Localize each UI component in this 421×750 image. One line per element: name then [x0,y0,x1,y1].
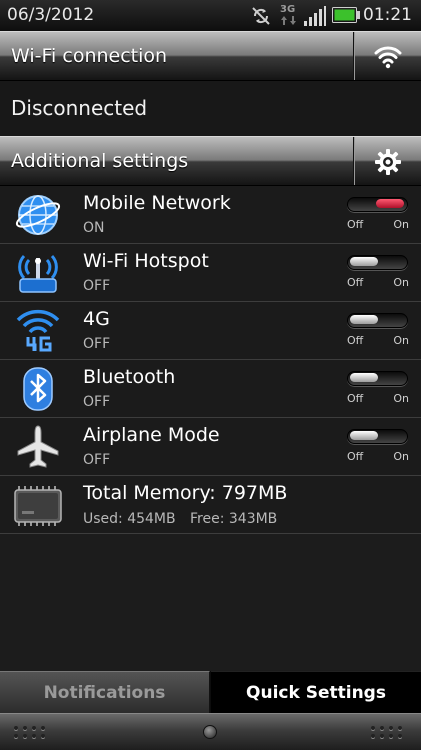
drawer-drag-handle[interactable] [0,713,421,750]
memory-used: Used: 454MB [83,511,176,527]
wifi-icon [374,46,402,69]
additional-settings-header: Additional settings [0,136,421,186]
bluetooth-toggle[interactable]: Off On [347,371,409,407]
status-time: 01:21 [363,5,412,25]
toggle-on-label: On [393,334,409,347]
setting-name: Bluetooth [83,366,176,388]
hotspot-icon [14,250,62,296]
settings-button[interactable] [353,137,421,185]
memory-total: Total Memory: 797MB [83,482,288,504]
setting-name: Wi-Fi Hotspot [83,250,209,272]
status-bar: 06/3/2012 3G 01:21 [0,0,421,32]
setting-state: OFF [83,278,111,294]
additional-settings-title: Additional settings [11,150,189,172]
4g-toggle[interactable]: Off On [347,313,409,349]
setting-row-mobile-network[interactable]: Mobile Network ON Off On [0,186,421,244]
toggle-knob[interactable] [350,257,378,266]
network-type-label: 3G [280,4,295,15]
signal-icon [303,5,327,31]
airplane-mode-toggle[interactable]: Off On [347,429,409,465]
wifi-status-row[interactable]: Disconnected [0,81,421,136]
setting-row-wifi-hotspot[interactable]: Wi-Fi Hotspot OFF Off On [0,244,421,302]
toggle-knob[interactable] [350,431,378,440]
toggle-off-label: Off [347,392,364,405]
battery-icon [332,7,360,27]
wifi-status-text: Disconnected [11,96,148,120]
mobile-network-toggle[interactable]: Off On [347,197,409,233]
wifi-settings-button[interactable] [353,32,421,80]
wifi-connection-title: Wi-Fi connection [11,45,168,67]
setting-state: ON [83,220,105,236]
toggle-off-label: Off [347,218,364,231]
bottom-tab-bar: Notifications Quick Settings [0,671,421,713]
4g-icon [14,308,62,354]
grip-left-icon [12,723,52,741]
toggle-knob[interactable] [376,199,404,208]
status-date: 06/3/2012 [7,5,95,25]
toggle-off-label: Off [347,450,364,463]
setting-row-airplane-mode[interactable]: Airplane Mode OFF Off On [0,418,421,476]
grip-right-icon [369,723,409,741]
toggle-off-label: Off [347,276,364,289]
setting-row-4g[interactable]: 4G OFF Off On [0,302,421,360]
data-3g-icon: 3G [279,2,299,32]
gear-icon [375,149,401,175]
setting-name: Airplane Mode [83,424,220,446]
toggle-on-label: On [393,276,409,289]
toggle-off-label: Off [347,334,364,347]
setting-state: OFF [83,452,111,468]
setting-state: OFF [83,336,111,352]
toggle-knob[interactable] [350,315,378,324]
memory-chip-icon [14,484,62,530]
wifi-hotspot-toggle[interactable]: Off On [347,255,409,291]
memory-free: Free: 343MB [190,511,278,527]
tab-notifications[interactable]: Notifications [0,671,210,713]
handle-center-dot [203,725,217,739]
setting-row-bluetooth[interactable]: Bluetooth OFF Off On [0,360,421,418]
airplane-icon [14,424,62,470]
bluetooth-icon [14,366,62,412]
tab-quick-settings[interactable]: Quick Settings [211,671,421,713]
globe-icon [14,192,62,238]
toggle-knob[interactable] [350,373,378,382]
toggle-on-label: On [393,218,409,231]
wifi-connection-header: Wi-Fi connection [0,31,421,81]
sync-off-icon [250,5,272,31]
toggle-on-label: On [393,450,409,463]
quick-settings-screen: 06/3/2012 3G 01:21 Wi-Fi connection Disc… [0,0,421,750]
memory-row[interactable]: Total Memory: 797MB Used: 454MB Free: 34… [0,476,421,534]
toggle-on-label: On [393,392,409,405]
setting-name: Mobile Network [83,192,231,214]
setting-state: OFF [83,394,111,410]
setting-name: 4G [83,308,110,330]
